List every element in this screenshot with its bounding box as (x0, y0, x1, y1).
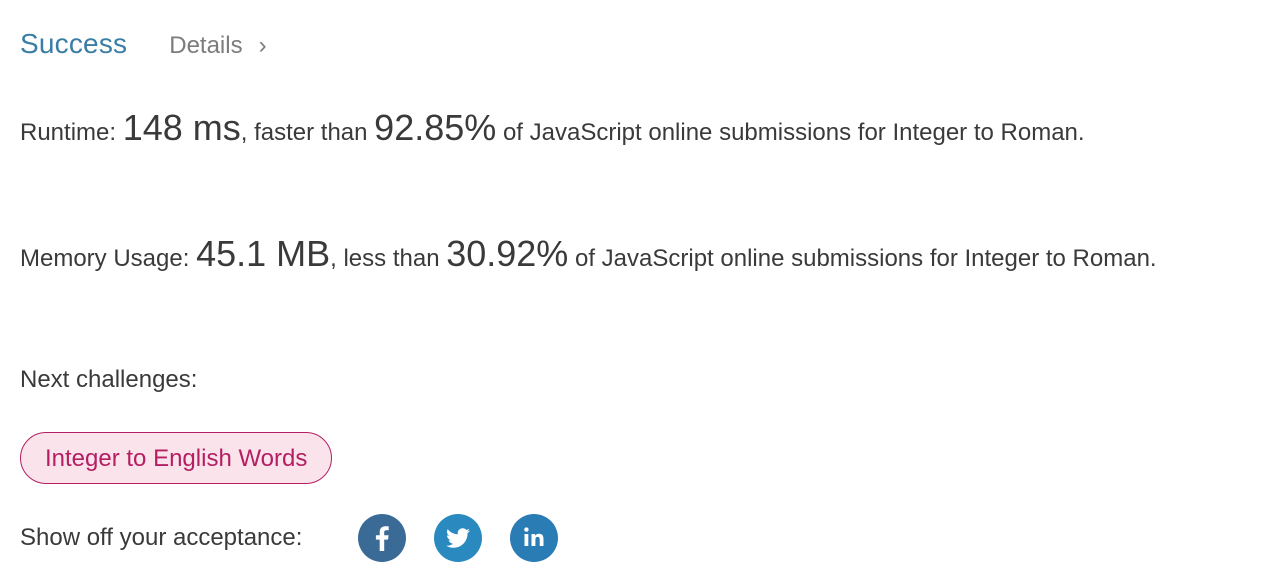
status-success-label: Success (20, 28, 128, 59)
twitter-share-button[interactable] (434, 514, 483, 562)
twitter-icon (434, 514, 483, 562)
next-challenges-label: Next challenges: (20, 366, 198, 393)
runtime-middle-text: , faster than (240, 119, 375, 146)
details-link[interactable]: Details › (169, 32, 266, 60)
facebook-icon (358, 514, 407, 562)
runtime-percentile: 92.85% (374, 107, 497, 148)
memory-suffix-text: of JavaScript online submissions for Int… (568, 245, 1157, 272)
memory-summary: Memory Usage: 45.1 MB, less than 30.92% … (20, 232, 1250, 280)
facebook-share-button[interactable] (358, 514, 407, 562)
memory-percentile: 30.92% (446, 233, 569, 274)
runtime-suffix-text: of JavaScript online submissions for Int… (496, 119, 1085, 146)
details-label: Details (169, 32, 243, 59)
linkedin-share-button[interactable] (510, 514, 559, 562)
memory-label: Memory Usage: (20, 245, 197, 272)
result-header: Success Details › (20, 28, 267, 60)
runtime-summary: Runtime: 148 ms, faster than 92.85% of J… (20, 106, 1250, 154)
next-challenge-tag[interactable]: Integer to English Words (20, 432, 333, 484)
share-row: Show off your acceptance: (20, 514, 559, 562)
linkedin-icon (510, 514, 559, 562)
memory-middle-text: , less than (330, 245, 447, 272)
chevron-right-icon: › (258, 32, 267, 59)
runtime-value: 148 ms (122, 107, 241, 148)
runtime-label: Runtime: (20, 119, 123, 146)
memory-value: 45.1 MB (196, 233, 331, 274)
share-label: Show off your acceptance: (20, 524, 303, 551)
